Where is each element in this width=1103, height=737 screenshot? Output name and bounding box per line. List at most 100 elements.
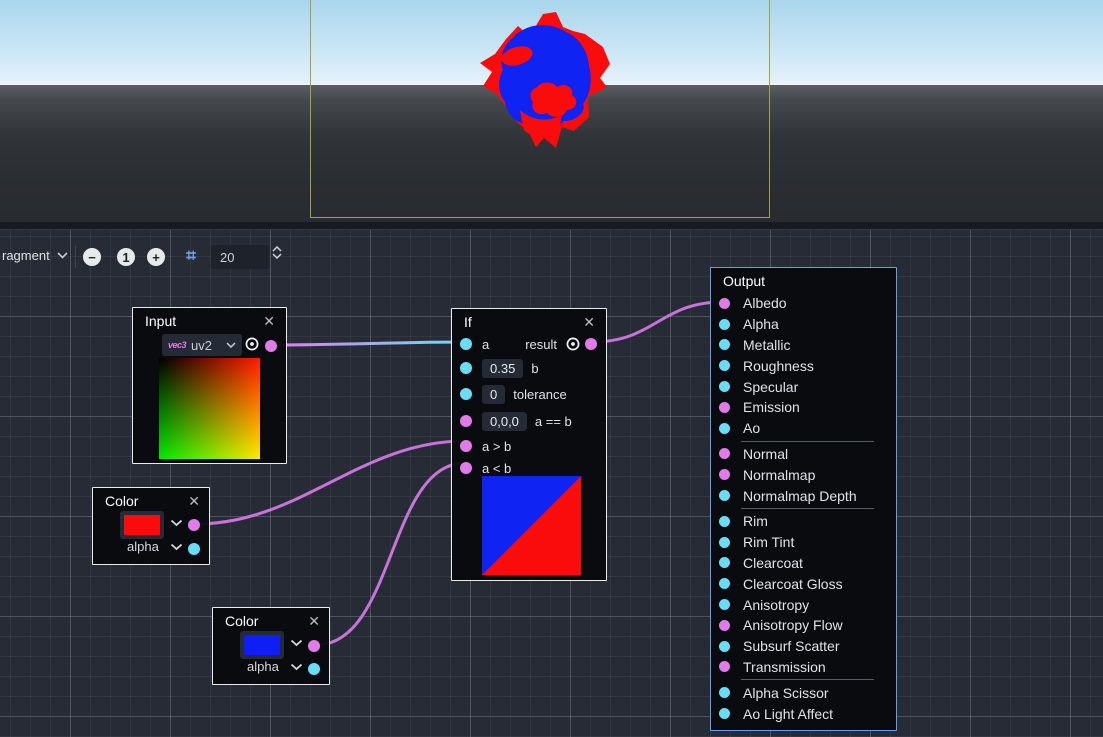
port-metallic-in[interactable]: [719, 339, 730, 350]
port-albedo-in[interactable]: [719, 298, 730, 309]
port-gt-in[interactable]: [460, 440, 472, 452]
uv-gradient-preview: [159, 358, 260, 459]
shader-mode-value: ragment: [2, 248, 50, 263]
close-icon[interactable]: ✕: [583, 315, 595, 329]
output-port-row: Clearcoat Gloss: [711, 573, 896, 594]
node-titlebar[interactable]: Color ✕: [213, 608, 329, 632]
chevron-down-icon[interactable]: [170, 543, 183, 551]
graph-toolbar: ragment − 1 + ⌗ 20: [0, 244, 1103, 270]
port-transmission-in[interactable]: [719, 661, 730, 672]
chevron-down-icon: [57, 252, 68, 259]
port-normal-in[interactable]: [719, 448, 730, 459]
port-color-out[interactable]: [308, 640, 320, 652]
output-port-row: Anisotropy: [711, 594, 896, 615]
camera-preview-frame: [310, 0, 770, 218]
snap-step-value: 20: [220, 250, 234, 265]
3d-viewport: [0, 0, 1103, 222]
port-anisotropy-in[interactable]: [719, 599, 730, 610]
output-port-label: Normalmap Depth: [743, 488, 857, 504]
output-port-label: Alpha Scissor: [743, 685, 829, 701]
node-titlebar[interactable]: If ✕: [452, 309, 606, 333]
color-picker-frame[interactable]: [240, 631, 284, 659]
node-titlebar[interactable]: Input ✕: [133, 308, 286, 332]
b-value-field[interactable]: 0.35: [482, 359, 523, 378]
port-subsurf-scatter-in[interactable]: [719, 641, 730, 652]
port-rim-tint-in[interactable]: [719, 537, 730, 548]
output-port-label: Specular: [743, 379, 798, 395]
output-port-row: Normalmap: [711, 464, 896, 485]
preview-eye-icon[interactable]: [564, 337, 582, 351]
port-normalmap-in[interactable]: [719, 469, 730, 480]
output-port-row: Normalmap Depth: [711, 485, 896, 506]
node-if: If ✕ a result: [451, 308, 607, 581]
chevron-down-icon: [272, 253, 282, 259]
output-port-label: Albedo: [743, 295, 787, 311]
port-tolerance-in[interactable]: [460, 388, 472, 400]
eq-value-field[interactable]: 0,0,0: [482, 412, 527, 431]
viewport-splitter[interactable]: [0, 222, 1103, 230]
tolerance-value-field[interactable]: 0: [482, 385, 505, 404]
output-port-row: Alpha: [711, 314, 896, 335]
port-eq-in[interactable]: [460, 415, 472, 427]
input-type-dropdown[interactable]: vec3 uv2: [162, 334, 242, 356]
port-clearcoat-gloss-in[interactable]: [719, 578, 730, 589]
port-alpha-scissor-in[interactable]: [719, 687, 730, 698]
port-lt-in[interactable]: [460, 462, 472, 474]
close-icon[interactable]: ✕: [263, 314, 275, 328]
chevron-down-icon[interactable]: [170, 519, 183, 527]
port-alpha-out[interactable]: [308, 663, 320, 675]
port-alpha-in[interactable]: [719, 319, 730, 330]
snap-step-input[interactable]: 20: [211, 245, 269, 269]
wire-input-to-if-a: [272, 342, 465, 345]
zoom-reset-button[interactable]: 1: [117, 248, 135, 266]
chevron-down-icon[interactable]: [290, 639, 303, 647]
alpha-label: alpha: [247, 659, 279, 674]
output-port-row: Subsurf Scatter: [711, 636, 896, 657]
node-input: Input ✕ vec3 uv2: [132, 307, 287, 464]
zoom-in-button[interactable]: +: [147, 248, 165, 266]
port-clearcoat-in[interactable]: [719, 557, 730, 568]
preview-eye-icon[interactable]: [243, 337, 261, 351]
port-rim-in[interactable]: [719, 516, 730, 527]
port-ao-in[interactable]: [719, 423, 730, 434]
chevron-down-icon[interactable]: [290, 663, 303, 671]
gt-label: a > b: [482, 439, 511, 454]
color-swatch[interactable]: [124, 515, 160, 535]
port-anisotropy-flow-in[interactable]: [719, 620, 730, 631]
node-titlebar[interactable]: Color ✕: [93, 488, 209, 512]
port-alpha-out[interactable]: [188, 543, 200, 555]
shader-mode-dropdown[interactable]: ragment: [2, 248, 68, 263]
output-port-row: Clearcoat: [711, 553, 896, 574]
snap-toggle-icon[interactable]: ⌗: [181, 246, 201, 266]
if-node-rows: a result 0.35 b: [452, 333, 606, 479]
output-port-label: Normalmap: [743, 467, 815, 483]
alpha-label: alpha: [127, 539, 159, 554]
port-result-out[interactable]: [585, 338, 597, 350]
port-roughness-in[interactable]: [719, 360, 730, 371]
output-port-label: Anisotropy Flow: [743, 617, 843, 633]
color-picker-frame[interactable]: [120, 511, 164, 539]
output-port-label: Clearcoat: [743, 555, 803, 571]
output-port-label: Transmission: [743, 659, 826, 675]
output-port-row: Alpha Scissor: [711, 682, 896, 703]
port-specular-in[interactable]: [719, 381, 730, 392]
port-ao-light-affect-in[interactable]: [719, 708, 730, 719]
node-titlebar[interactable]: Output: [711, 268, 896, 292]
close-icon[interactable]: ✕: [308, 614, 320, 628]
port-normalmap-depth-in[interactable]: [719, 490, 730, 501]
output-port-row: Rim: [711, 511, 896, 532]
port-emission-in[interactable]: [719, 402, 730, 413]
output-port-label: Emission: [743, 399, 800, 415]
close-icon[interactable]: ✕: [188, 494, 200, 508]
shader-graph-canvas[interactable]: ragment − 1 + ⌗ 20 Input: [0, 230, 1103, 737]
zoom-out-button[interactable]: −: [83, 248, 101, 266]
eq-label: a == b: [535, 414, 572, 429]
port-color-out[interactable]: [188, 519, 200, 531]
port-a-in[interactable]: [460, 338, 472, 350]
node-color-red: Color ✕ alpha: [92, 487, 210, 565]
color-swatch[interactable]: [244, 635, 280, 655]
port-b-in[interactable]: [460, 362, 472, 374]
output-port-row: Transmission: [711, 657, 896, 678]
snap-step-spinner[interactable]: [272, 246, 282, 259]
port-input-output[interactable]: [265, 340, 277, 352]
